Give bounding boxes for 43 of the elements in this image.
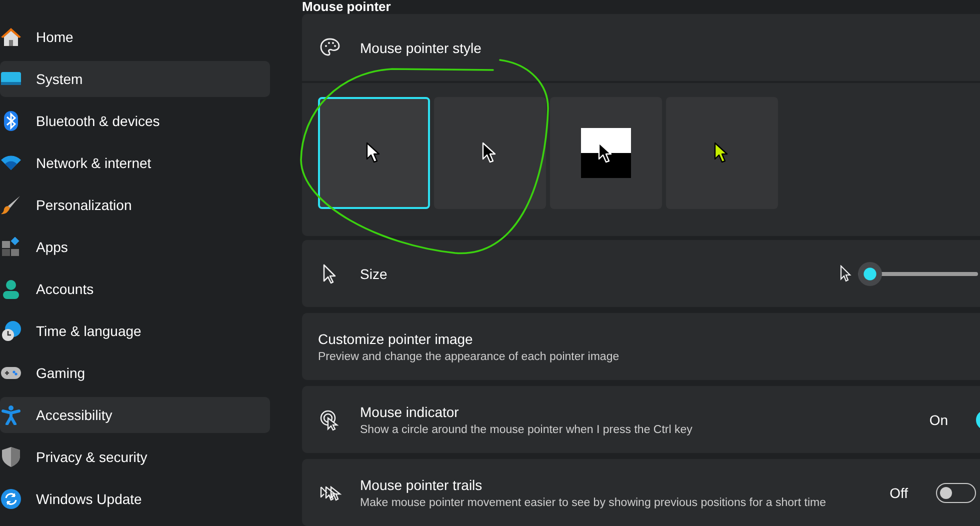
nav-icon: [1, 27, 21, 47]
settings-card[interactable]: Customize pointer image Preview and change the appearance of each pointer image: [302, 313, 980, 380]
setting-title: Customize pointer image: [318, 330, 474, 346]
nav-icon: [1, 489, 21, 509]
pointer-style-option[interactable]: [318, 97, 430, 209]
sidebar-item[interactable]: System: [0, 61, 270, 97]
sidebar-item[interactable]: Home: [0, 19, 270, 55]
sidebar-item[interactable]: Accessibility: [0, 397, 270, 433]
nav-icon: [1, 321, 21, 341]
setting-description: Show a circle around the mouse pointer when I press the Ctrl key: [360, 424, 694, 436]
pointer-style-option[interactable]: [550, 97, 662, 209]
nav-icon: [1, 153, 21, 173]
sidebar-item[interactable]: Personalization: [0, 187, 270, 223]
sidebar-item[interactable]: Apps: [0, 229, 270, 265]
small-pointer-icon: [840, 264, 852, 282]
pointer-icon: [482, 142, 498, 164]
setting-description: Make mouse pointer movement easier to see by showing previous positions for a short time: [360, 496, 827, 508]
inverted-pointer-icon: [581, 128, 631, 178]
setting-title: Mouse pointer trails: [360, 476, 484, 492]
sidebar-item[interactable]: Accounts: [0, 271, 270, 307]
setting-description: Preview and change the appearance of each pointer image: [318, 350, 620, 362]
pointer-icon: [366, 142, 382, 164]
setting-title: Size: [360, 266, 388, 282]
sidebar-item[interactable]: Windows Update: [0, 481, 270, 517]
setting-title: Mouse pointer style: [360, 40, 482, 56]
sidebar-item[interactable]: Gaming: [0, 355, 270, 391]
toggle-switch[interactable]: [936, 482, 976, 502]
toggle-state-label: Off: [890, 484, 908, 500]
size-slider[interactable]: [858, 262, 978, 286]
nav-icon: [1, 447, 21, 467]
section-title: Mouse pointer: [302, 0, 392, 14]
slider-thumb[interactable]: [858, 262, 882, 286]
sidebar-item[interactable]: Network & internet: [0, 145, 270, 181]
sidebar-item[interactable]: Privacy & security: [0, 439, 270, 475]
nav-icon: [1, 111, 21, 131]
nav-icon: [1, 279, 21, 299]
nav-icon: [1, 405, 21, 425]
nav-icon: [1, 237, 21, 257]
sidebar-item[interactable]: Time & language: [0, 313, 270, 349]
toggle-state-label: On: [929, 412, 948, 428]
setting-title: Mouse indicator: [360, 404, 460, 420]
nav-icon: [1, 195, 21, 215]
sidebar-item[interactable]: Bluetooth & devices: [0, 103, 270, 139]
